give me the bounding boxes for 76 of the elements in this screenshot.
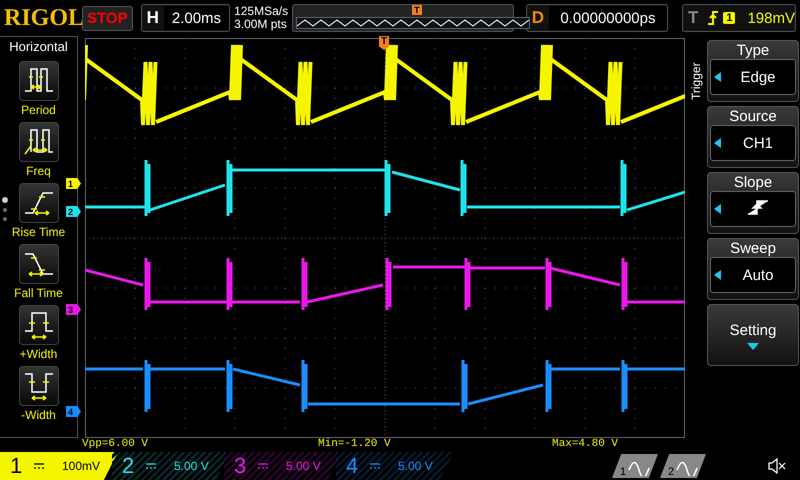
measurement-reading: Min=-1.20 V bbox=[318, 438, 392, 452]
channel-tab[interactable]: 1 100mV bbox=[0, 452, 118, 480]
page-indicator-icon bbox=[2, 197, 8, 223]
left-arrow-icon bbox=[714, 72, 721, 82]
dc-coupling-icon bbox=[34, 462, 44, 470]
menu-label: Sweep bbox=[730, 239, 776, 257]
channel-number: 2 bbox=[122, 453, 136, 479]
run-stop-button[interactable]: STOP bbox=[82, 6, 133, 30]
menu-value: Auto bbox=[742, 266, 774, 284]
measure-button[interactable] bbox=[18, 61, 58, 101]
channel-marker[interactable]: 3 bbox=[66, 304, 81, 315]
rising-edge-icon bbox=[747, 199, 769, 215]
dc-coupling-icon bbox=[146, 462, 156, 470]
timebase-label: H bbox=[146, 8, 160, 28]
sample-rate: 125MSa/s bbox=[234, 5, 288, 18]
channel-scale: 100mV bbox=[62, 459, 100, 473]
trigger-marker: T bbox=[412, 5, 422, 15]
trigger-position-marker[interactable]: T bbox=[379, 36, 390, 50]
measure-button[interactable] bbox=[18, 366, 58, 406]
trigger-level: 198mV bbox=[747, 10, 795, 26]
menu-label: Slope bbox=[734, 173, 772, 191]
down-arrow-icon bbox=[747, 342, 759, 350]
measure-label: -Width bbox=[21, 407, 56, 422]
generator-button[interactable]: 2 bbox=[660, 454, 706, 478]
speaker-muted-icon[interactable] bbox=[768, 458, 786, 474]
delay-value: 0.00000000ps bbox=[548, 6, 667, 30]
delay-box[interactable]: D 0.00000000ps bbox=[526, 4, 668, 32]
channel-number: 1 bbox=[10, 453, 24, 479]
menu-button[interactable]: Source CH1 bbox=[707, 106, 799, 168]
menu-title: Horizontal bbox=[9, 38, 68, 56]
measure-label: Rise Time bbox=[12, 224, 66, 239]
left-arrow-icon bbox=[714, 204, 721, 214]
channel-number: 3 bbox=[234, 453, 248, 479]
channel-tab[interactable]: 4 5.00 V bbox=[336, 452, 454, 480]
channel-scale: 5.00 V bbox=[174, 459, 209, 473]
sine-wave-icon bbox=[628, 462, 650, 476]
left-arrow-icon bbox=[714, 138, 721, 148]
menu-button[interactable]: Slope bbox=[707, 172, 799, 234]
measure-button[interactable] bbox=[18, 183, 58, 223]
timebase-box[interactable]: H 2.00ms bbox=[140, 4, 230, 32]
menu-title: Trigger bbox=[689, 61, 703, 100]
measure-label: Freq bbox=[26, 163, 51, 178]
measurement-reading: Max=4.80 V bbox=[552, 438, 618, 452]
measure-button[interactable] bbox=[18, 244, 58, 284]
dc-coupling-icon bbox=[370, 462, 380, 470]
measure-label: Fall Time bbox=[14, 285, 63, 300]
trigger-label: T bbox=[686, 8, 700, 28]
menu-value: Edge bbox=[739, 68, 777, 86]
channel-marker[interactable]: 1 bbox=[66, 178, 81, 189]
sine-wave-icon bbox=[676, 462, 698, 476]
menu-label: Type bbox=[736, 41, 770, 59]
measure-label: +Width bbox=[20, 346, 58, 361]
menu-button[interactable]: Sweep Auto bbox=[707, 238, 799, 300]
measurement-reading: Vpp=6.00 V bbox=[82, 438, 150, 452]
trigger-box[interactable]: T 1 198mV bbox=[682, 4, 796, 32]
channel-marker[interactable]: 2 bbox=[66, 206, 81, 217]
timebase-value: 2.00ms bbox=[164, 6, 230, 30]
channel-marker[interactable]: 4 bbox=[66, 406, 81, 417]
measure-button[interactable] bbox=[18, 305, 58, 345]
measure-label: Period bbox=[21, 102, 56, 117]
dc-coupling-icon bbox=[258, 462, 268, 470]
delay-label: D bbox=[530, 8, 545, 28]
left-arrow-icon bbox=[714, 270, 721, 280]
channel-number: 4 bbox=[346, 453, 360, 479]
menu-button[interactable]: Setting bbox=[707, 304, 799, 366]
rising-edge-icon bbox=[707, 10, 720, 26]
menu-label: Source bbox=[729, 107, 777, 125]
menu-button[interactable]: Type Edge bbox=[707, 40, 799, 102]
channel-scale: 5.00 V bbox=[398, 459, 433, 473]
trigger-source-badge: 1 bbox=[723, 12, 736, 24]
memory-depth: 3.00M pts bbox=[234, 18, 288, 31]
generator-button[interactable]: 1 bbox=[612, 454, 658, 478]
measure-button[interactable] bbox=[18, 122, 58, 162]
menu-label: Setting bbox=[730, 320, 776, 338]
channel-scale: 5.00 V bbox=[286, 459, 321, 473]
menu-value: CH1 bbox=[742, 134, 774, 152]
